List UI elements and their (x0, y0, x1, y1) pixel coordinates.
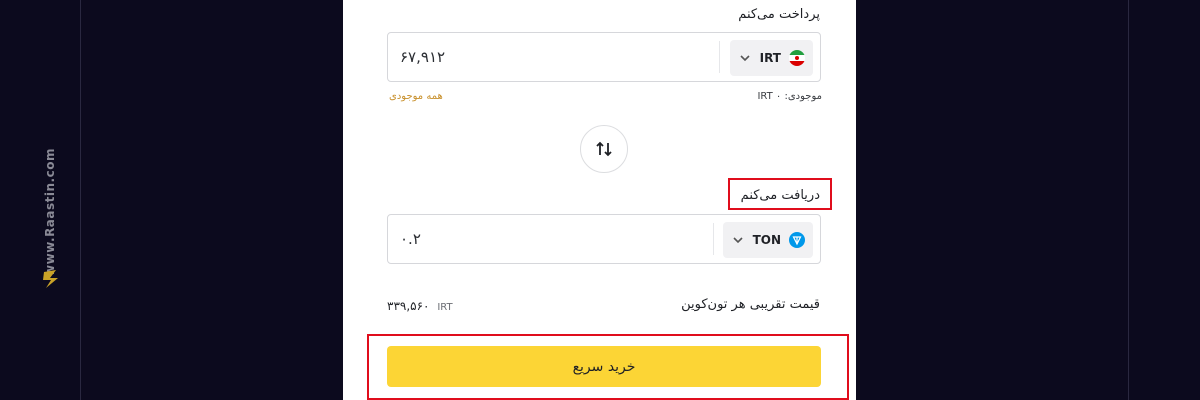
price-value: ۳۳۹,۵۶۰ (387, 299, 430, 313)
receive-amount-input[interactable]: ۰.۲ (400, 230, 421, 248)
raastin-logo-icon (43, 270, 58, 288)
trade-panel: پرداخت می‌کنم ۶۷,۹۱۲ IRT موجودی: IRT ۰ ه… (343, 0, 856, 400)
chevron-down-icon (732, 237, 743, 244)
watermark-text: www.Raastin.com (43, 148, 57, 276)
price-row: ۳۳۹,۵۶۰ IRT (387, 299, 453, 313)
chevron-down-icon (740, 55, 750, 62)
balance-label: موجودی: (784, 91, 822, 102)
pay-label: پرداخت می‌کنم (738, 7, 820, 22)
receive-field[interactable]: ۰.۲ TON (387, 214, 821, 264)
receive-label: دریافت می‌کنم (740, 188, 820, 203)
all-balance-link[interactable]: همه موجودی (389, 91, 443, 102)
watermark: www.Raastin.com (18, 130, 82, 300)
balance-value: IRT ۰ (757, 91, 782, 102)
price-unit: IRT (437, 302, 453, 313)
right-guide-line (1128, 0, 1129, 400)
pay-currency-selector[interactable]: IRT (729, 40, 813, 76)
toncoin-icon (789, 232, 805, 248)
swap-button[interactable] (580, 125, 628, 173)
balance-row: موجودی: IRT ۰ (757, 91, 822, 102)
pay-field-separator (719, 41, 720, 73)
pay-amount-input[interactable]: ۶۷,۹۱۲ (400, 48, 445, 66)
pay-field[interactable]: ۶۷,۹۱۲ IRT (387, 32, 821, 82)
buy-button[interactable]: خرید سریع (387, 346, 821, 387)
receive-currency-code: TON (752, 233, 781, 247)
iran-flag-icon (789, 50, 805, 66)
swap-arrows-icon (596, 141, 612, 157)
price-label: قیمت تقریبی هر تون‌کوین (681, 297, 820, 312)
receive-field-separator (713, 223, 714, 255)
pay-currency-code: IRT (759, 51, 781, 65)
receive-currency-selector[interactable]: TON (722, 222, 813, 258)
